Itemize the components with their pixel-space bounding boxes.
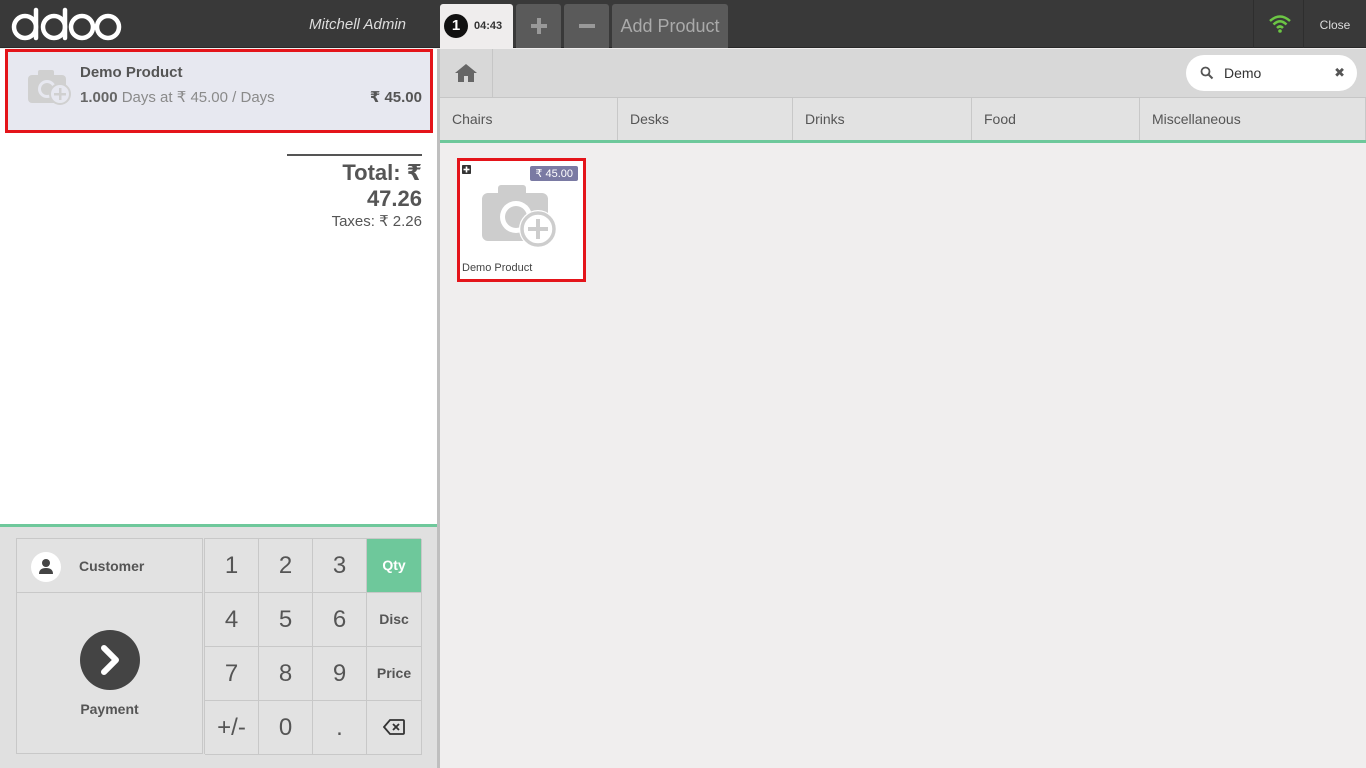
order-time: 04:43	[474, 20, 503, 32]
numpad-mode-qty[interactable]: Qty	[367, 539, 422, 593]
category-desks[interactable]: Desks	[618, 98, 793, 140]
chevron-right-icon	[80, 630, 140, 690]
order-line-unit-info: Days at ₹ 45.00 / Days	[121, 89, 275, 106]
numpad-key-8[interactable]: 8	[259, 647, 313, 701]
numpad-key-0[interactable]: 0	[259, 701, 313, 755]
clear-search-icon[interactable]: ✖	[1334, 55, 1345, 91]
user-icon	[31, 552, 61, 582]
numpad-key-4[interactable]: 4	[205, 593, 259, 647]
category-food[interactable]: Food	[972, 98, 1140, 140]
close-button[interactable]: Close	[1303, 0, 1366, 48]
numpad-key-plus-minus[interactable]: +/-	[205, 701, 259, 755]
numpad-key-2[interactable]: 2	[259, 539, 313, 593]
customer-label: Customer	[79, 558, 145, 574]
numpad-key-dot[interactable]: .	[313, 701, 367, 755]
numpad-key-1[interactable]: 1	[205, 539, 259, 593]
odoo-logo: odoo	[11, 7, 122, 41]
order-taxes: Taxes: ₹ 2.26	[331, 213, 422, 230]
numpad: 1 2 3 Qty 4 5 6 Disc 7 8 9 Price +/- 0 .	[204, 538, 422, 755]
order-number: 1	[444, 14, 468, 38]
minus-icon	[578, 24, 595, 28]
home-category-button[interactable]	[440, 49, 493, 97]
category-miscellaneous[interactable]: Miscellaneous	[1140, 98, 1366, 140]
category-bar: Chairs Desks Drinks Food Miscellaneous	[440, 98, 1366, 143]
numpad-key-3[interactable]: 3	[313, 539, 367, 593]
product-image-placeholder-icon	[28, 70, 71, 105]
payment-label: Payment	[80, 701, 139, 717]
control-panel: Customer Payment 1 2 3 Qty 4 5 6 Disc 7 …	[0, 524, 437, 768]
new-order-button[interactable]	[516, 4, 561, 48]
product-name: Demo Product	[462, 262, 533, 274]
product-image-placeholder-icon	[482, 185, 557, 248]
order-tab[interactable]: 1 04:43	[440, 4, 513, 48]
backspace-icon	[382, 719, 405, 735]
connection-status[interactable]	[1253, 0, 1303, 48]
search-input[interactable]	[1224, 63, 1329, 83]
products-header: ✖	[440, 49, 1366, 98]
numpad-mode-disc[interactable]: Disc	[367, 593, 422, 647]
cashier-name[interactable]: Mitchell Admin	[240, 0, 410, 48]
order-line-qty: 1.000	[80, 89, 118, 106]
delete-order-button[interactable]	[564, 4, 609, 48]
order-total: Total: ₹ 47.26	[342, 160, 422, 211]
payment-button[interactable]: Payment	[16, 593, 203, 754]
category-drinks[interactable]: Drinks	[793, 98, 972, 140]
order-line-product-name: Demo Product	[80, 64, 183, 81]
customer-button[interactable]: Customer	[16, 538, 203, 593]
wifi-icon	[1269, 15, 1291, 33]
numpad-mode-price[interactable]: Price	[367, 647, 422, 701]
numpad-key-9[interactable]: 9	[313, 647, 367, 701]
top-bar: odoo Mitchell Admin 1 04:43 Add Product …	[0, 0, 1366, 48]
product-price-tag: ₹ 45.00	[530, 166, 578, 181]
products-pane: ✖ Chairs Desks Drinks Food Miscellaneous	[440, 49, 1366, 768]
product-info-icon	[462, 165, 471, 174]
order-summary: Total: ₹ 47.26 Taxes: ₹ 2.26	[287, 154, 422, 230]
product-card[interactable]: ₹ 45.00 Demo Product	[457, 158, 586, 282]
numpad-key-6[interactable]: 6	[313, 593, 367, 647]
search-icon	[1200, 66, 1214, 80]
category-chairs[interactable]: Chairs	[440, 98, 618, 140]
backspace-button[interactable]	[367, 701, 422, 755]
order-line-info: 1.000 Days at ₹ 45.00 / Days	[80, 88, 275, 106]
home-icon	[455, 64, 477, 82]
plus-icon	[530, 18, 547, 34]
numpad-key-7[interactable]: 7	[205, 647, 259, 701]
order-line[interactable]: Demo Product 1.000 Days at ₹ 45.00 / Day…	[5, 49, 433, 133]
search-box: ✖	[1186, 55, 1357, 91]
numpad-key-5[interactable]: 5	[259, 593, 313, 647]
order-line-price: ₹ 45.00	[369, 89, 422, 106]
add-product-button[interactable]: Add Product	[612, 4, 728, 48]
